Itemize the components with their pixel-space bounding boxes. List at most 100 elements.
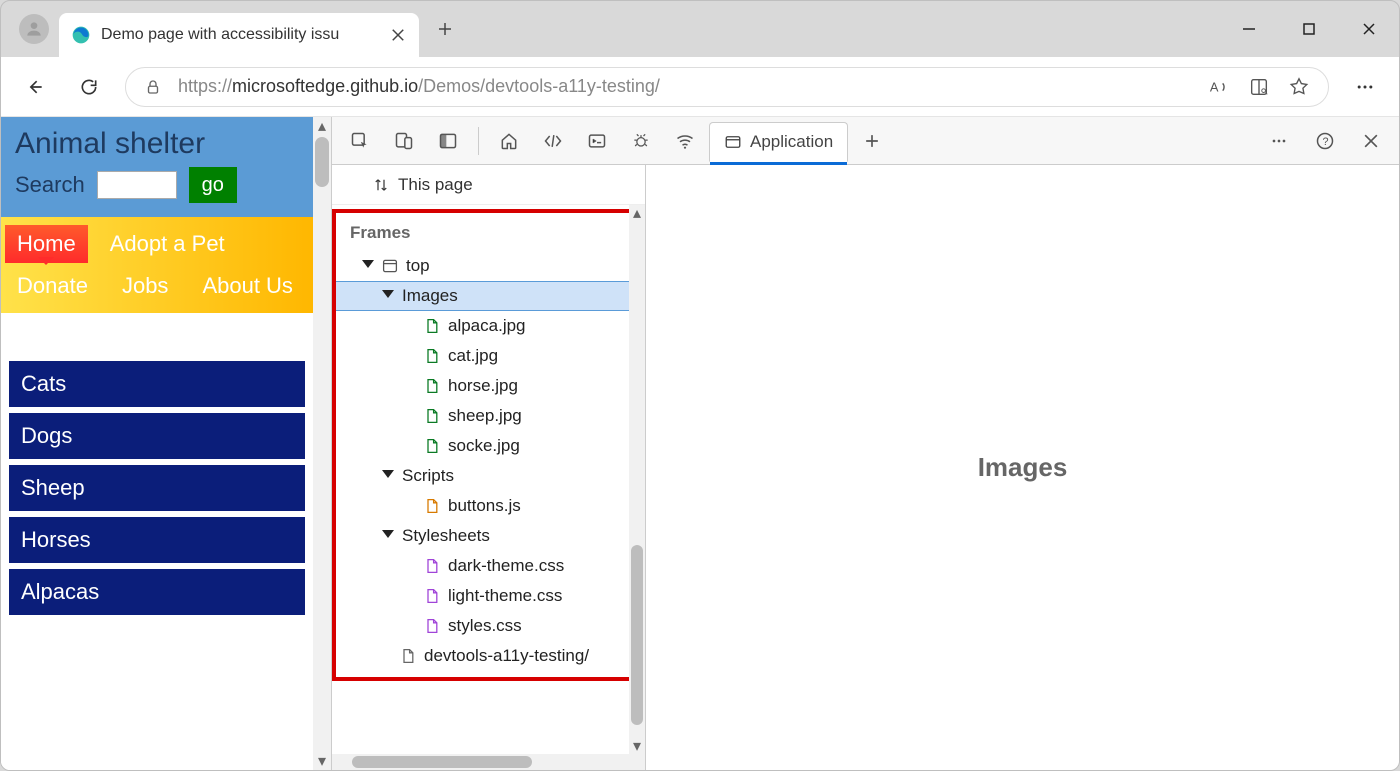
- file-icon: [424, 317, 440, 335]
- tree-label: top: [406, 256, 430, 276]
- tree-file[interactable]: light-theme.css: [336, 581, 637, 611]
- favorite-icon[interactable]: [1288, 76, 1310, 98]
- reader-mode-icon[interactable]: [1248, 76, 1270, 98]
- more-tabs-button[interactable]: [852, 121, 892, 161]
- tree-file-document[interactable]: devtools-a11y-testing/: [336, 641, 637, 671]
- tree-label: Stylesheets: [402, 526, 490, 546]
- chevron-down-icon[interactable]: [382, 530, 394, 542]
- sidebar-icon: [438, 131, 458, 151]
- inspect-element-button[interactable]: [340, 121, 380, 161]
- tab-elements[interactable]: [533, 121, 573, 161]
- updown-arrows-icon: [372, 176, 390, 194]
- bug-icon: [631, 131, 651, 151]
- refresh-button[interactable]: [71, 69, 107, 105]
- home-icon: [499, 131, 519, 151]
- arrow-left-icon: [25, 77, 45, 97]
- tree-file[interactable]: cat.jpg: [336, 341, 637, 371]
- tree-label: buttons.js: [448, 496, 521, 516]
- nav-adopt[interactable]: Adopt a Pet: [98, 225, 237, 263]
- back-button[interactable]: [17, 69, 53, 105]
- close-window-button[interactable]: [1339, 9, 1399, 49]
- page-header: Animal shelter Search go: [1, 117, 313, 217]
- tree-file[interactable]: horse.jpg: [336, 371, 637, 401]
- category-item[interactable]: Dogs: [9, 413, 305, 459]
- url-path: /Demos/devtools-a11y-testing/: [418, 76, 660, 96]
- search-input[interactable]: [97, 171, 177, 199]
- tree-label: dark-theme.css: [448, 556, 564, 576]
- scroll-up-icon[interactable]: ▴: [313, 117, 331, 135]
- address-bar[interactable]: https://microsoftedge.github.io/Demos/de…: [125, 67, 1329, 107]
- profile-button[interactable]: [19, 14, 49, 44]
- settings-more-button[interactable]: [1347, 69, 1383, 105]
- refresh-icon: [79, 77, 99, 97]
- toolbar: https://microsoftedge.github.io/Demos/de…: [1, 57, 1399, 117]
- url-scheme: https://: [178, 76, 232, 96]
- tab-sources[interactable]: [621, 121, 661, 161]
- chevron-down-icon[interactable]: [382, 290, 394, 302]
- read-aloud-icon[interactable]: A: [1208, 76, 1230, 98]
- tree-file[interactable]: sheep.jpg: [336, 401, 637, 431]
- svg-text:?: ?: [1323, 136, 1329, 148]
- search-form: Search go: [15, 167, 299, 203]
- nav-about[interactable]: About Us: [190, 267, 305, 305]
- search-go-button[interactable]: go: [189, 167, 237, 203]
- tree-label: Images: [402, 286, 458, 306]
- tree-file[interactable]: socke.jpg: [336, 431, 637, 461]
- close-icon[interactable]: [389, 26, 407, 44]
- category-item[interactable]: Cats: [9, 361, 305, 407]
- new-tab-button[interactable]: [425, 9, 465, 49]
- scroll-down-icon[interactable]: ▾: [313, 752, 331, 770]
- file-icon: [424, 557, 440, 575]
- devtools-help-button[interactable]: ?: [1305, 121, 1345, 161]
- tree-file[interactable]: styles.css: [336, 611, 637, 641]
- category-item[interactable]: Sheep: [9, 465, 305, 511]
- tree-frame-top[interactable]: top: [336, 251, 637, 281]
- tree-file[interactable]: alpaca.jpg: [336, 311, 637, 341]
- scroll-thumb[interactable]: [352, 756, 532, 768]
- plus-icon: [436, 20, 454, 38]
- category-item[interactable]: Horses: [9, 517, 305, 563]
- tab-network[interactable]: [665, 121, 705, 161]
- tab-application[interactable]: Application: [709, 122, 848, 162]
- category-list: Cats Dogs Sheep Horses Alpacas: [1, 313, 313, 623]
- page-scrollbar[interactable]: ▴ ▾: [313, 117, 331, 770]
- device-toggle-button[interactable]: [384, 121, 424, 161]
- file-icon: [424, 497, 440, 515]
- devtools-close-button[interactable]: [1351, 121, 1391, 161]
- chevron-down-icon[interactable]: [362, 260, 374, 272]
- file-icon: [424, 617, 440, 635]
- tree-label: alpaca.jpg: [448, 316, 526, 336]
- tree-label: styles.css: [448, 616, 522, 636]
- nav-jobs[interactable]: Jobs: [110, 267, 180, 305]
- plus-icon: [862, 131, 882, 151]
- more-horizontal-icon: [1269, 131, 1289, 151]
- maximize-button[interactable]: [1279, 9, 1339, 49]
- devtools-more-button[interactable]: [1259, 121, 1299, 161]
- sidebar-hscrollbar[interactable]: [332, 754, 629, 770]
- svg-text:A: A: [1210, 79, 1219, 94]
- scroll-up-icon[interactable]: ▴: [629, 205, 645, 221]
- tree-group-images[interactable]: Images: [336, 281, 637, 311]
- scroll-thumb[interactable]: [315, 137, 329, 187]
- sidebar-toggle-button[interactable]: [428, 121, 468, 161]
- tree-group-stylesheets[interactable]: Stylesheets: [336, 521, 637, 551]
- chevron-down-icon[interactable]: [382, 470, 394, 482]
- tab-welcome[interactable]: [489, 121, 529, 161]
- nav-home[interactable]: Home: [5, 225, 88, 263]
- tree-file[interactable]: dark-theme.css: [336, 551, 637, 581]
- tree-group-scripts[interactable]: Scripts: [336, 461, 637, 491]
- help-icon: ?: [1315, 131, 1335, 151]
- scroll-thumb[interactable]: [631, 545, 643, 725]
- minimize-button[interactable]: [1219, 9, 1279, 49]
- file-icon: [424, 377, 440, 395]
- detail-heading: Images: [978, 452, 1068, 483]
- tree-file[interactable]: buttons.js: [336, 491, 637, 521]
- sidebar-vscrollbar[interactable]: ▴ ▾: [629, 205, 645, 770]
- scroll-down-icon[interactable]: ▾: [629, 738, 645, 754]
- frames-highlight-box: Frames top Images: [332, 209, 641, 681]
- tab-console[interactable]: [577, 121, 617, 161]
- sidebar-this-page[interactable]: This page: [332, 165, 645, 205]
- category-item[interactable]: Alpacas: [9, 569, 305, 615]
- browser-tab-active[interactable]: Demo page with accessibility issu: [59, 13, 419, 57]
- minimize-icon: [1242, 22, 1256, 36]
